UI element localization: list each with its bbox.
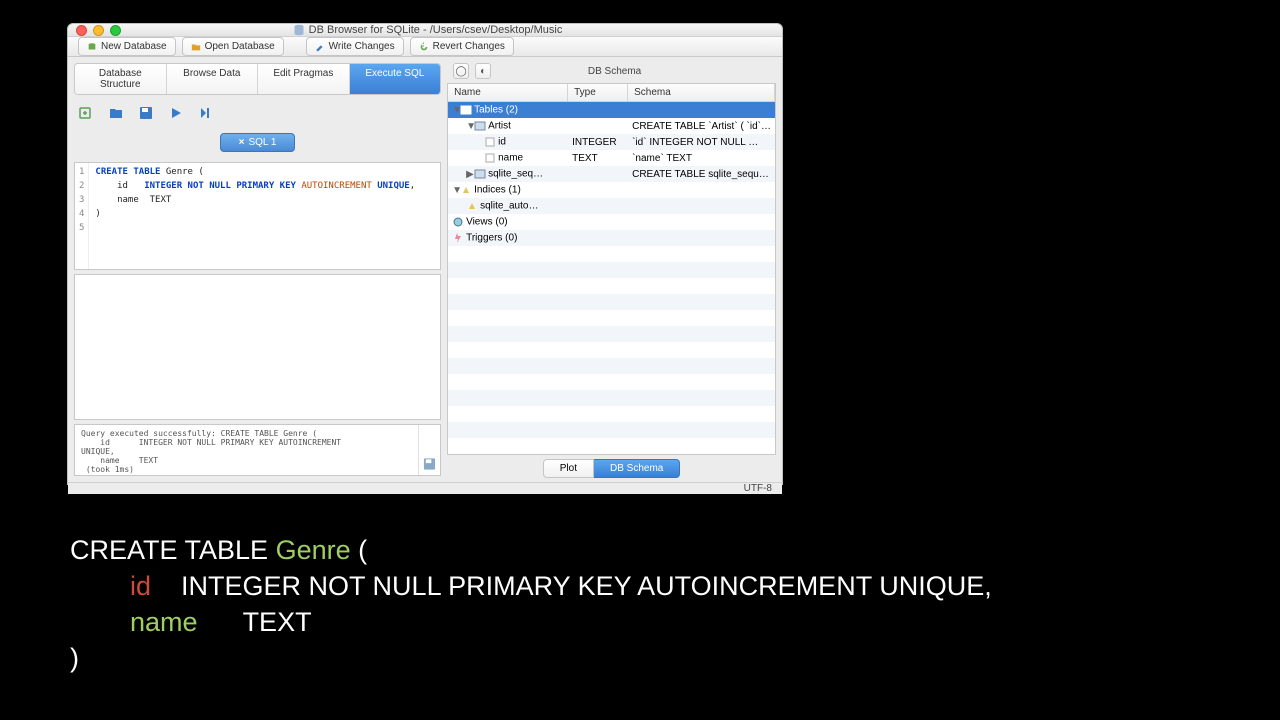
database-icon	[293, 24, 305, 36]
log-pane: Query executed successfully: CREATE TABL…	[74, 424, 441, 476]
minimize-window-button[interactable]	[93, 25, 104, 36]
new-database-icon	[87, 42, 97, 52]
write-changes-button[interactable]: Write Changes	[306, 37, 404, 56]
tab-execute-sql[interactable]: Execute SQL	[350, 64, 441, 94]
statusbar: UTF-8	[68, 482, 782, 494]
tree-sqlite-seq[interactable]: ▶sqlite_seq…CREATE TABLE sqlite_sequ…	[448, 166, 775, 182]
open-sql-button[interactable]	[108, 105, 124, 121]
schema-tree: Name Type Schema ▼Tables (2) ▼ArtistCREA…	[447, 83, 776, 455]
run-sql-button[interactable]	[168, 105, 184, 121]
open-database-button[interactable]: Open Database	[182, 37, 284, 56]
col-type[interactable]: Type	[568, 84, 628, 101]
run-line-button[interactable]	[198, 105, 214, 121]
revert-changes-button[interactable]: Revert Changes	[410, 37, 514, 56]
right-panel: ◯ ◐ DB Schema Name Type Schema ▼Tables (…	[447, 57, 782, 482]
main-tabs: Database Structure Browse Data Edit Prag…	[74, 63, 441, 95]
tab-plot[interactable]: Plot	[543, 459, 594, 478]
tree-artist[interactable]: ▼ArtistCREATE TABLE `Artist` ( `id`…	[448, 118, 775, 134]
save-sql-button[interactable]	[138, 105, 154, 121]
right-bottom-tabs: Plot DB Schema	[447, 455, 776, 482]
tree-indices[interactable]: ▼Indices (1)	[448, 182, 775, 198]
sql-code[interactable]: CREATE TABLE Genre ( id INTEGER NOT NULL…	[89, 163, 421, 269]
close-window-button[interactable]	[76, 25, 87, 36]
toolbar: New Database Open Database Write Changes…	[68, 37, 782, 57]
schema-panel-title: DB Schema	[497, 66, 732, 77]
left-panel: Database Structure Browse Data Edit Prag…	[68, 57, 447, 482]
schema-prev-button[interactable]: ◯	[453, 63, 469, 79]
tree-artist-id[interactable]: idINTEGER`id` INTEGER NOT NULL …	[448, 134, 775, 150]
slide-sql-snippet: CREATE TABLE Genre ( id INTEGER NOT NULL…	[70, 532, 992, 676]
tree-tables[interactable]: ▼Tables (2)	[448, 102, 775, 118]
tab-edit-pragmas[interactable]: Edit Pragmas	[258, 64, 350, 94]
sql-editor[interactable]: 12345 CREATE TABLE Genre ( id INTEGER NO…	[74, 162, 441, 270]
sql-toolbar	[74, 99, 441, 127]
save-icon	[423, 457, 436, 471]
new-database-button[interactable]: New Database	[78, 37, 176, 56]
zoom-window-button[interactable]	[110, 25, 121, 36]
window-title: DB Browser for SQLite - /Users/csev/Desk…	[121, 24, 734, 36]
tab-database-structure[interactable]: Database Structure	[75, 64, 167, 94]
tab-browse-data[interactable]: Browse Data	[167, 64, 259, 94]
sql-tab-1[interactable]: × SQL 1	[220, 133, 296, 152]
tree-autoindex[interactable]: sqlite_auto…	[448, 198, 775, 214]
titlebar: DB Browser for SQLite - /Users/csev/Desk…	[68, 24, 782, 37]
save-log-button[interactable]	[418, 425, 440, 475]
result-pane	[74, 274, 441, 420]
new-sql-tab-button[interactable]	[78, 105, 94, 121]
tree-artist-name[interactable]: nameTEXT`name` TEXT	[448, 150, 775, 166]
col-schema[interactable]: Schema	[628, 84, 775, 101]
schema-next-button[interactable]: ◐	[475, 63, 491, 79]
col-name[interactable]: Name	[448, 84, 568, 101]
tab-db-schema[interactable]: DB Schema	[594, 459, 680, 478]
db-browser-window: DB Browser for SQLite - /Users/csev/Desk…	[67, 23, 783, 485]
tree-triggers[interactable]: Triggers (0)	[448, 230, 775, 246]
tree-views[interactable]: Views (0)	[448, 214, 775, 230]
encoding-label: UTF-8	[744, 483, 772, 494]
close-tab-icon[interactable]: ×	[239, 137, 245, 148]
open-database-icon	[191, 42, 201, 52]
line-gutter: 12345	[75, 163, 89, 269]
revert-changes-icon	[419, 42, 429, 52]
log-text: Query executed successfully: CREATE TABL…	[75, 425, 418, 475]
write-changes-icon	[315, 42, 325, 52]
